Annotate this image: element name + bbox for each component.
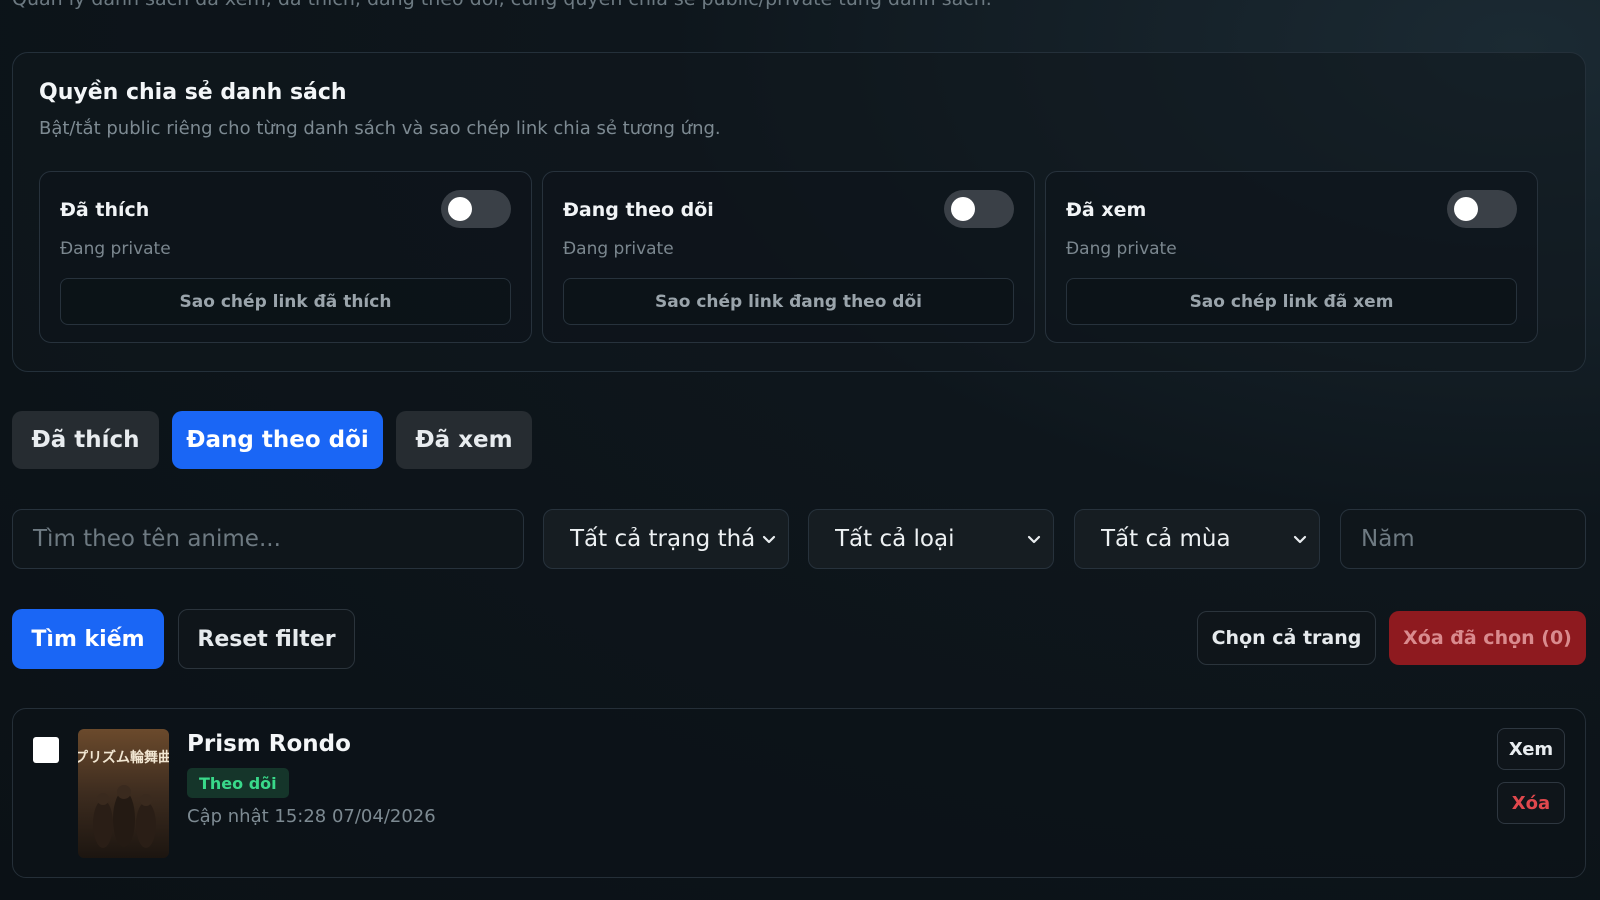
search-input[interactable]: Tìm theo tên anime... <box>12 509 524 569</box>
chevron-down-icon <box>1027 535 1041 544</box>
type-select-value: Tất cả loại <box>835 526 955 552</box>
copy-link-liked-button[interactable]: Sao chép link đã thích <box>60 278 511 325</box>
year-input[interactable]: Năm <box>1340 509 1586 569</box>
share-card-watched: Đã xem Đang private Sao chép link đã xem <box>1045 171 1538 343</box>
toggle-knob <box>1454 197 1478 221</box>
status-select[interactable]: Tất cả trạng thái <box>543 509 789 569</box>
poster-image: プリズム輪舞曲 <box>78 729 169 858</box>
season-select-value: Tất cả mùa <box>1101 526 1231 552</box>
public-toggle-watched[interactable] <box>1447 190 1517 228</box>
copy-link-following-button[interactable]: Sao chép link đang theo dõi <box>563 278 1014 325</box>
status-badge: Theo dõi <box>187 768 289 798</box>
delete-selected-button[interactable]: Xóa đã chọn (0) <box>1389 611 1586 665</box>
share-card-title: Đã xem <box>1066 199 1147 221</box>
poster-logo-text: プリズム輪舞曲 <box>78 749 169 766</box>
anime-title: Prism Rondo <box>187 731 351 757</box>
select-page-button[interactable]: Chọn cả trang <box>1197 611 1376 665</box>
share-card-title: Đang theo dõi <box>563 199 714 221</box>
share-card-liked: Đã thích Đang private Sao chép link đã t… <box>39 171 532 343</box>
share-panel-title: Quyền chia sẻ danh sách <box>39 80 347 105</box>
anime-poster: プリズム輪舞曲 <box>78 729 169 858</box>
updated-timestamp: Cập nhật 15:28 07/04/2026 <box>187 806 436 827</box>
view-button[interactable]: Xem <box>1497 728 1565 770</box>
type-select[interactable]: Tất cả loại <box>808 509 1054 569</box>
chevron-down-icon <box>762 535 776 544</box>
delete-button[interactable]: Xóa <box>1497 782 1565 824</box>
share-card-title: Đã thích <box>60 199 150 221</box>
share-card-following: Đang theo dõi Đang private Sao chép link… <box>542 171 1035 343</box>
copy-link-watched-button[interactable]: Sao chép link đã xem <box>1066 278 1517 325</box>
toggle-knob <box>951 197 975 221</box>
chevron-down-icon <box>1293 535 1307 544</box>
share-card-state: Đang private <box>563 239 674 259</box>
share-card-state: Đang private <box>60 239 171 259</box>
status-select-value: Tất cả trạng thái <box>570 526 754 552</box>
tab-liked[interactable]: Đã thích <box>12 411 159 469</box>
share-panel-subtitle: Bật/tắt public riêng cho từng danh sách … <box>39 118 721 139</box>
list-item: プリズム輪舞曲 Prism Rondo Theo dõi Cập nhật 15… <box>12 708 1586 878</box>
reset-filter-button[interactable]: Reset filter <box>178 609 355 669</box>
public-toggle-liked[interactable] <box>441 190 511 228</box>
search-button[interactable]: Tìm kiếm <box>12 609 164 669</box>
share-settings-panel: Quyền chia sẻ danh sách Bật/tắt public r… <box>12 52 1586 372</box>
season-select[interactable]: Tất cả mùa <box>1074 509 1320 569</box>
page-description: Quản lý danh sách đã xem, đã thích, đang… <box>12 0 992 10</box>
tab-watched[interactable]: Đã xem <box>396 411 532 469</box>
tab-following[interactable]: Đang theo dõi <box>172 411 383 469</box>
select-checkbox[interactable] <box>33 737 59 763</box>
public-toggle-following[interactable] <box>944 190 1014 228</box>
share-card-state: Đang private <box>1066 239 1177 259</box>
toggle-knob <box>448 197 472 221</box>
